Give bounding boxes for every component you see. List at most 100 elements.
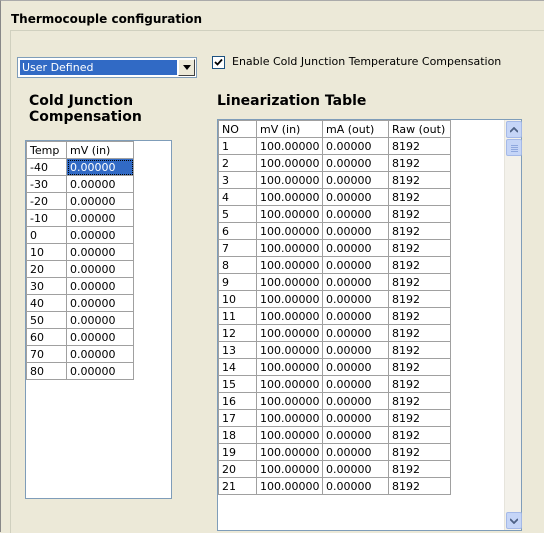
no-cell[interactable]: 1 — [218, 137, 257, 155]
mv-in-cell[interactable]: 100.00000 — [256, 154, 323, 172]
ma-out-cell[interactable]: 0.00000 — [322, 324, 389, 342]
no-cell[interactable]: 9 — [218, 273, 257, 291]
ma-out-cell[interactable]: 0.00000 — [322, 137, 389, 155]
ma-out-cell[interactable]: 0.00000 — [322, 290, 389, 308]
temp-cell[interactable]: -30 — [26, 175, 67, 193]
temp-cell[interactable]: 40 — [26, 294, 67, 312]
raw-out-cell[interactable]: 8192 — [388, 171, 451, 189]
ma-out-cell[interactable]: 0.00000 — [322, 477, 389, 495]
temp-cell[interactable]: -40 — [26, 158, 67, 176]
raw-out-cell[interactable]: 8192 — [388, 222, 451, 240]
mv-in-cell[interactable]: 100.00000 — [256, 426, 323, 444]
ma-out-cell[interactable]: 0.00000 — [322, 273, 389, 291]
no-cell[interactable]: 2 — [218, 154, 257, 172]
temp-cell[interactable]: 70 — [26, 345, 67, 363]
temp-cell[interactable]: -20 — [26, 192, 67, 210]
ma-out-cell[interactable]: 0.00000 — [322, 205, 389, 223]
ma-out-cell[interactable]: 0.00000 — [322, 239, 389, 257]
ma-out-cell[interactable]: 0.00000 — [322, 171, 389, 189]
no-cell[interactable]: 12 — [218, 324, 257, 342]
temp-cell[interactable]: 20 — [26, 260, 67, 278]
no-cell[interactable]: 19 — [218, 443, 257, 461]
no-cell[interactable]: 7 — [218, 239, 257, 257]
no-cell[interactable]: 4 — [218, 188, 257, 206]
raw-out-cell[interactable]: 8192 — [388, 443, 451, 461]
mv-in-cell[interactable]: 100.00000 — [256, 205, 323, 223]
mv-cell[interactable]: 0.00000 — [66, 311, 134, 329]
raw-out-cell[interactable]: 8192 — [388, 307, 451, 325]
no-cell[interactable]: 13 — [218, 341, 257, 359]
column-header-ma-out[interactable]: mA (out) — [322, 120, 389, 138]
temp-cell[interactable]: 60 — [26, 328, 67, 346]
raw-out-cell[interactable]: 8192 — [388, 341, 451, 359]
mv-cell[interactable]: 0.00000 — [66, 209, 134, 227]
temp-cell[interactable]: -10 — [26, 209, 67, 227]
mv-in-cell[interactable]: 100.00000 — [256, 171, 323, 189]
no-cell[interactable]: 18 — [218, 426, 257, 444]
ma-out-cell[interactable]: 0.00000 — [322, 426, 389, 444]
mv-in-cell[interactable]: 100.00000 — [256, 409, 323, 427]
mv-cell[interactable]: 0.00000 — [66, 158, 134, 176]
ma-out-cell[interactable]: 0.00000 — [322, 154, 389, 172]
mv-in-cell[interactable]: 100.00000 — [256, 188, 323, 206]
mv-cell[interactable]: 0.00000 — [66, 226, 134, 244]
ma-out-cell[interactable]: 0.00000 — [322, 341, 389, 359]
scroll-down-button[interactable] — [506, 512, 522, 529]
mv-in-cell[interactable]: 100.00000 — [256, 256, 323, 274]
no-cell[interactable]: 16 — [218, 392, 257, 410]
mv-in-cell[interactable]: 100.00000 — [256, 307, 323, 325]
mv-in-cell[interactable]: 100.00000 — [256, 341, 323, 359]
raw-out-cell[interactable]: 8192 — [388, 205, 451, 223]
mv-cell[interactable]: 0.00000 — [66, 277, 134, 295]
no-cell[interactable]: 15 — [218, 375, 257, 393]
ma-out-cell[interactable]: 0.00000 — [322, 188, 389, 206]
mv-in-cell[interactable]: 100.00000 — [256, 273, 323, 291]
no-cell[interactable]: 6 — [218, 222, 257, 240]
raw-out-cell[interactable]: 8192 — [388, 426, 451, 444]
no-cell[interactable]: 10 — [218, 290, 257, 308]
column-header-mv-in[interactable]: mV (in) — [256, 120, 323, 138]
mv-in-cell[interactable]: 100.00000 — [256, 375, 323, 393]
raw-out-cell[interactable]: 8192 — [388, 290, 451, 308]
raw-out-cell[interactable]: 8192 — [388, 273, 451, 291]
raw-out-cell[interactable]: 8192 — [388, 137, 451, 155]
raw-out-cell[interactable]: 8192 — [388, 409, 451, 427]
mv-cell[interactable]: 0.00000 — [66, 243, 134, 261]
raw-out-cell[interactable]: 8192 — [388, 375, 451, 393]
ma-out-cell[interactable]: 0.00000 — [322, 256, 389, 274]
temp-cell[interactable]: 10 — [26, 243, 67, 261]
linearization-grid[interactable]: NO mV (in) mA (out) Raw (out) 1 100.00000… — [217, 119, 522, 531]
column-header-temp[interactable]: Temp — [26, 141, 67, 159]
mv-in-cell[interactable]: 100.00000 — [256, 477, 323, 495]
vertical-scrollbar[interactable] — [504, 120, 522, 530]
scroll-thumb[interactable] — [506, 139, 522, 156]
mv-in-cell[interactable]: 100.00000 — [256, 460, 323, 478]
no-cell[interactable]: 8 — [218, 256, 257, 274]
raw-out-cell[interactable]: 8192 — [388, 256, 451, 274]
temp-cell[interactable]: 80 — [26, 362, 67, 380]
ma-out-cell[interactable]: 0.00000 — [322, 409, 389, 427]
ma-out-cell[interactable]: 0.00000 — [322, 443, 389, 461]
mv-cell[interactable]: 0.00000 — [66, 192, 134, 210]
mv-in-cell[interactable]: 100.00000 — [256, 239, 323, 257]
dropdown-button[interactable] — [178, 59, 195, 76]
raw-out-cell[interactable]: 8192 — [388, 324, 451, 342]
mv-cell[interactable]: 0.00000 — [66, 260, 134, 278]
column-header-raw-out[interactable]: Raw (out) — [388, 120, 451, 138]
no-cell[interactable]: 11 — [218, 307, 257, 325]
mv-in-cell[interactable]: 100.00000 — [256, 222, 323, 240]
raw-out-cell[interactable]: 8192 — [388, 188, 451, 206]
mv-in-cell[interactable]: 100.00000 — [256, 137, 323, 155]
column-header-mv-in[interactable]: mV (in) — [66, 141, 134, 159]
scroll-up-button[interactable] — [506, 121, 522, 138]
mv-in-cell[interactable]: 100.00000 — [256, 290, 323, 308]
mv-cell[interactable]: 0.00000 — [66, 362, 134, 380]
mv-cell[interactable]: 0.00000 — [66, 328, 134, 346]
no-cell[interactable]: 17 — [218, 409, 257, 427]
cold-junction-checkbox-label[interactable]: Enable Cold Junction Temperature Compens… — [232, 55, 501, 68]
raw-out-cell[interactable]: 8192 — [388, 477, 451, 495]
cold-junction-checkbox[interactable] — [212, 56, 225, 69]
ma-out-cell[interactable]: 0.00000 — [322, 222, 389, 240]
temp-cell[interactable]: 50 — [26, 311, 67, 329]
mv-in-cell[interactable]: 100.00000 — [256, 358, 323, 376]
